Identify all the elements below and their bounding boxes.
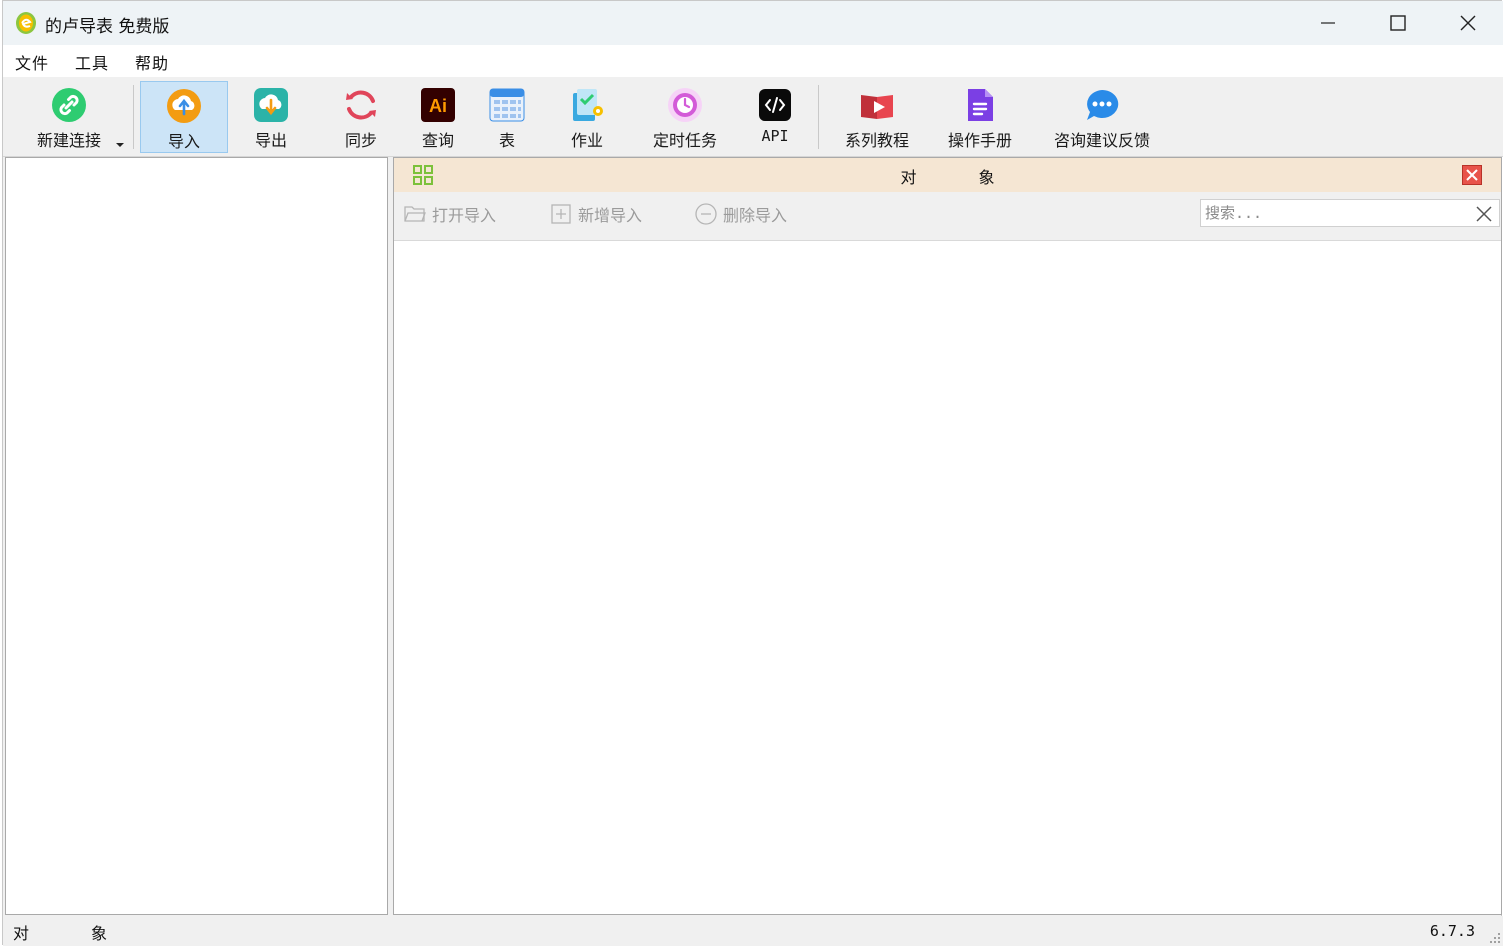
job-button[interactable]: 作业 (551, 81, 623, 153)
plus-square-icon (550, 203, 572, 225)
delete-import-label: 删除导入 (723, 206, 788, 225)
scheduled-task-label: 定时任务 (652, 131, 717, 150)
toolbar-separator (133, 85, 134, 149)
minus-circle-icon (695, 203, 717, 225)
table-icon (489, 87, 525, 123)
close-tab-button[interactable] (1462, 165, 1482, 185)
toolbar-separator (818, 85, 819, 149)
svg-text:Ai: Ai (429, 96, 447, 116)
query-button[interactable]: Ai 查询 (403, 81, 473, 153)
schedule-icon (667, 87, 703, 123)
new-import-label: 新增导入 (578, 206, 643, 225)
maximize-icon (1390, 15, 1406, 31)
manual-icon (962, 87, 998, 123)
folder-open-icon (404, 203, 426, 225)
export-button[interactable]: 导出 (233, 81, 309, 153)
cloud-upload-icon (166, 88, 202, 124)
maximize-button[interactable] (1363, 1, 1433, 45)
import-label: 导入 (167, 132, 200, 151)
new-connection-label: 新建连接 (36, 131, 101, 150)
clear-search-button[interactable] (1473, 203, 1495, 225)
query-label: 查询 (421, 131, 454, 150)
open-import-label: 打开导入 (432, 206, 497, 225)
open-import-button[interactable]: 打开导入 (404, 202, 496, 226)
sync-label: 同步 (344, 131, 377, 150)
link-icon (51, 87, 87, 123)
search-input[interactable] (1205, 202, 1467, 224)
new-connection-dropdown[interactable] (116, 143, 124, 147)
clear-icon (1476, 206, 1492, 222)
object-panel: 对象 打开导入 新增导入 删除导入 (393, 157, 1502, 915)
object-list-area[interactable] (394, 240, 1501, 914)
tutorials-button[interactable]: 系列教程 (831, 81, 923, 153)
title-bar: 的卢导表 免费版 (3, 1, 1503, 45)
manual-label: 操作手册 (947, 131, 1012, 150)
job-label: 作业 (570, 131, 603, 150)
scheduled-task-button[interactable]: 定时任务 (641, 81, 729, 153)
new-connection-button[interactable]: 新建连接 (21, 81, 117, 153)
connection-tree-panel[interactable] (5, 157, 388, 915)
table-button[interactable]: 表 (475, 81, 539, 153)
app-window: 的卢导表 免费版 文件 工具 帮助 新建连接 导入 导出 同步 Ai 查询 表 … (2, 0, 1503, 946)
window-title: 的卢导表 免费版 (45, 17, 170, 37)
resize-grip-icon[interactable] (1487, 930, 1501, 944)
new-import-button[interactable]: 新增导入 (550, 202, 642, 226)
object-tab-title: 对象 (900, 168, 1057, 187)
export-label: 导出 (254, 131, 287, 150)
job-icon (569, 87, 605, 123)
status-object-label: 对象 (13, 924, 170, 943)
api-button[interactable]: API (745, 81, 805, 153)
main-toolbar: 新建连接 导入 导出 同步 Ai 查询 表 作业 定时任务 API 系列教程 操… (3, 77, 1503, 157)
menu-help[interactable]: 帮助 (135, 50, 169, 74)
close-button[interactable] (1433, 1, 1503, 45)
api-icon (757, 87, 793, 123)
feedback-button[interactable]: 咨询建议反馈 (1039, 81, 1165, 153)
api-label: API (761, 127, 789, 145)
object-actions-toolbar: 打开导入 新增导入 删除导入 (394, 192, 1501, 238)
minimize-button[interactable] (1293, 1, 1363, 45)
import-button[interactable]: 导入 (140, 81, 228, 153)
query-ai-icon: Ai (420, 87, 456, 123)
delete-import-button[interactable]: 删除导入 (695, 202, 787, 226)
close-icon (1460, 15, 1476, 31)
sync-button[interactable]: 同步 (323, 81, 399, 153)
app-logo-icon (16, 12, 36, 34)
sync-icon (343, 87, 379, 123)
tutorial-video-icon (859, 87, 895, 123)
menu-tools[interactable]: 工具 (75, 50, 109, 74)
close-icon (1466, 169, 1478, 181)
object-tab-header[interactable]: 对象 (394, 158, 1501, 192)
table-label: 表 (498, 131, 515, 150)
minimize-icon (1321, 22, 1335, 24)
chat-feedback-icon (1084, 87, 1120, 123)
cloud-download-icon (253, 87, 289, 123)
status-bar: 对象 6.7.3 (3, 916, 1503, 946)
tutorials-label: 系列教程 (844, 131, 909, 150)
menu-bar: 文件 工具 帮助 (3, 45, 1503, 77)
search-box (1200, 199, 1500, 227)
feedback-label: 咨询建议反馈 (1053, 131, 1150, 150)
menu-file[interactable]: 文件 (15, 50, 49, 74)
version-label: 6.7.3 (1429, 922, 1475, 940)
manual-button[interactable]: 操作手册 (937, 81, 1023, 153)
